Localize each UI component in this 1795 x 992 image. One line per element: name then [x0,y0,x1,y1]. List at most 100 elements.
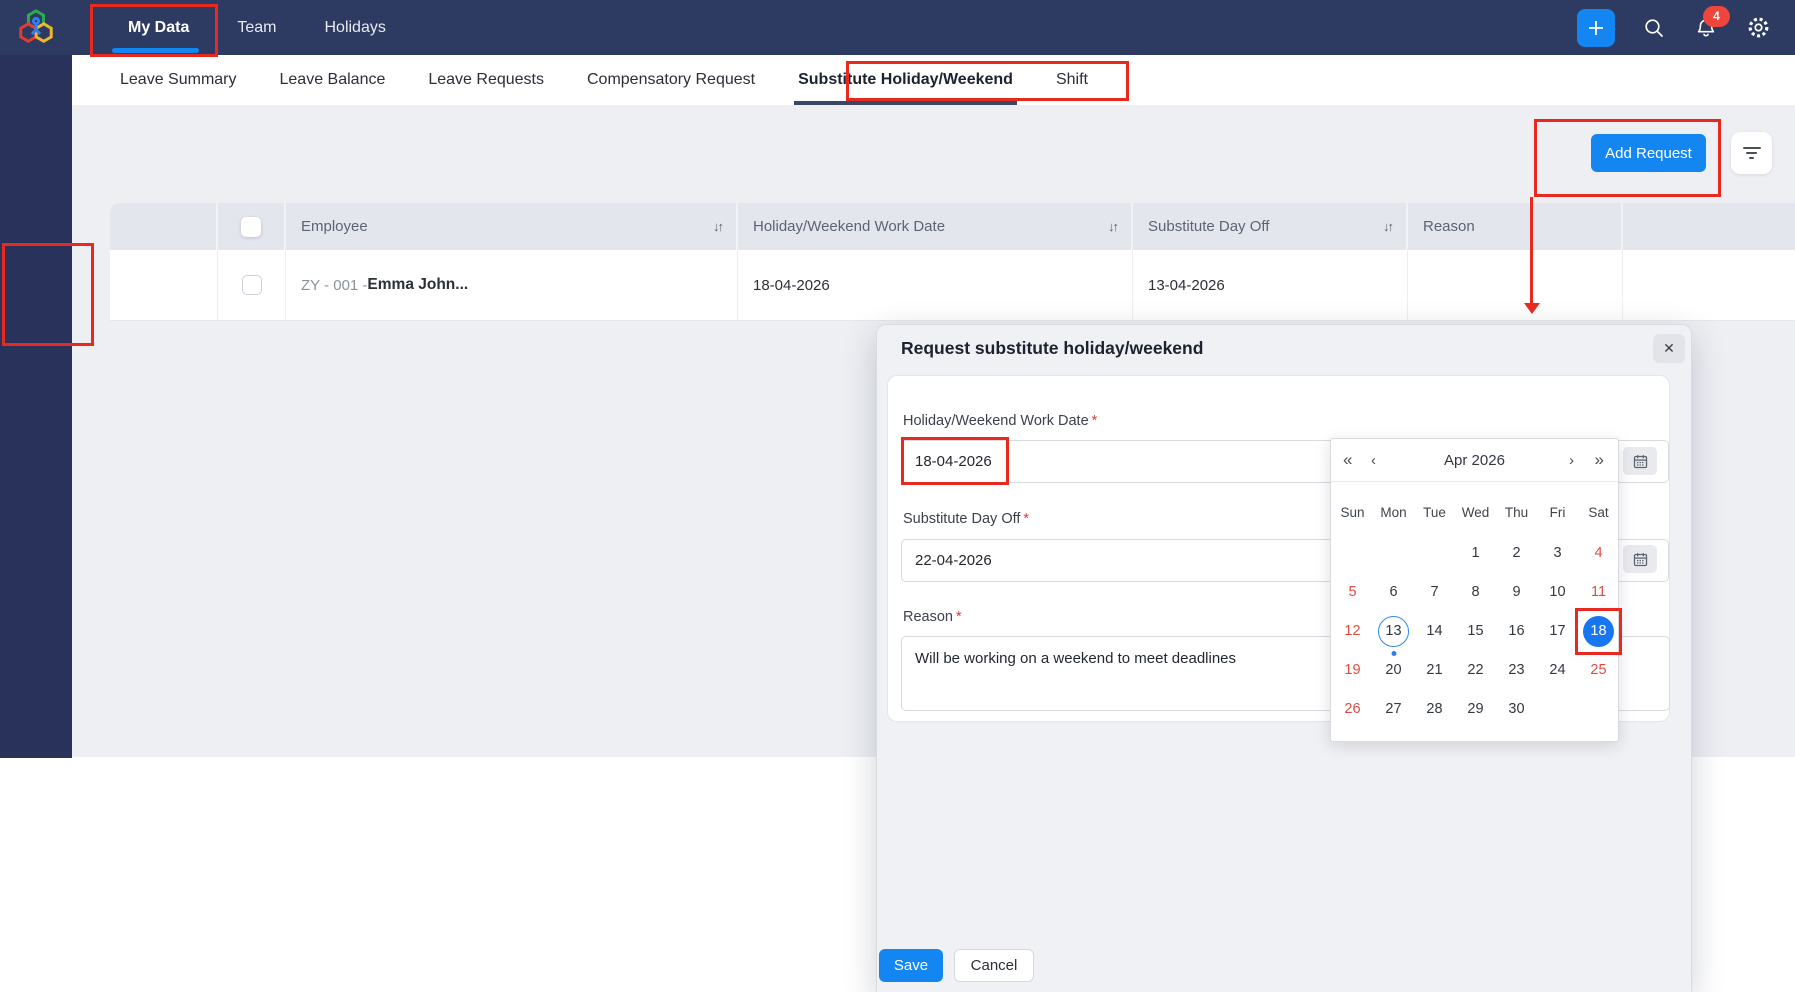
table-row[interactable]: ZY - 001 - Emma John... 18-04-2026 13-04-… [110,250,1795,321]
app-logo[interactable] [0,0,72,55]
calendar-day-cell[interactable]: 20 [1373,655,1414,686]
select-all-cell [218,203,286,250]
prev-year-button[interactable]: « [1343,439,1352,481]
calendar-day-12[interactable]: 12 [1337,616,1368,647]
next-year-button[interactable]: » [1595,439,1604,481]
header-spacer-cell [110,203,218,250]
calendar-day-cell[interactable]: 7 [1414,577,1455,608]
calendar-day-13[interactable]: 13 [1378,616,1409,647]
calendar-day-19[interactable]: 19 [1337,655,1368,686]
tab-holidays-label: Holidays [324,18,386,36]
subtab-leave-balance[interactable]: Leave Balance [280,55,386,105]
calendar-day-26[interactable]: 26 [1337,694,1368,725]
calendar-day-cell[interactable]: 12 [1332,616,1373,647]
calendar-day-24[interactable]: 24 [1542,655,1573,686]
calendar-day-cell[interactable]: 17 [1537,616,1578,647]
subtab-compensatory-request[interactable]: Compensatory Request [587,55,755,105]
calendar-day-cell[interactable]: 22 [1455,655,1496,686]
calendar-day-cell[interactable]: 19 [1332,655,1373,686]
calendar-day-9[interactable]: 9 [1501,577,1532,608]
subtab-shift[interactable]: Shift [1056,55,1088,105]
calendar-day-cell[interactable]: 15 [1455,616,1496,647]
calendar-day-25[interactable]: 25 [1583,655,1614,686]
tab-my-data[interactable]: My Data [111,0,200,55]
calendar-day-6[interactable]: 6 [1378,577,1409,608]
calendar-day-28[interactable]: 28 [1419,694,1450,725]
calendar-day-27[interactable]: 27 [1378,694,1409,725]
calendar-day-7[interactable]: 7 [1419,577,1450,608]
subtab-leave-requests[interactable]: Leave Requests [428,55,544,105]
calendar-day-cell[interactable]: 5 [1332,577,1373,608]
calendar-day-cell[interactable]: 29 [1455,694,1496,725]
calendar-day-cell[interactable]: 11 [1578,577,1619,608]
save-button[interactable]: Save [879,949,943,982]
calendar-day-23[interactable]: 23 [1501,655,1532,686]
calendar-day-5[interactable]: 5 [1337,577,1368,608]
modal-close-button[interactable]: ✕ [1653,334,1685,363]
column-work-date[interactable]: Holiday/Weekend Work Date ↓↑ [738,203,1133,250]
subtab-leave-summary[interactable]: Leave Summary [120,55,237,105]
next-month-button[interactable]: › [1569,439,1574,481]
calendar-day-cell[interactable]: 27 [1373,694,1414,725]
annotation-arrow-line [1530,197,1533,305]
calendar-day-cell[interactable]: 13 [1373,616,1414,647]
column-employee[interactable]: Employee ↓↑ [286,203,738,250]
filter-button[interactable] [1731,132,1772,174]
calendar-day-cell[interactable]: 25 [1578,655,1619,686]
calendar-day-15[interactable]: 15 [1460,616,1491,647]
calendar-day-cell[interactable]: 2 [1496,538,1537,569]
calendar-day-cell[interactable]: 21 [1414,655,1455,686]
calendar-day-8[interactable]: 8 [1460,577,1491,608]
search-button[interactable] [1641,15,1667,41]
calendar-day-cell[interactable]: 18 [1575,608,1622,655]
calendar-day-cell[interactable]: 3 [1537,538,1578,569]
calendar-day-22[interactable]: 22 [1460,655,1491,686]
tab-team[interactable]: Team [237,0,276,55]
select-all-checkbox[interactable] [241,216,261,237]
settings-button[interactable] [1745,15,1771,41]
sort-icon[interactable]: ↓↑ [713,219,724,234]
calendar-day-21[interactable]: 21 [1419,655,1450,686]
calendar-day-cell[interactable]: 10 [1537,577,1578,608]
add-button[interactable] [1577,8,1615,47]
calendar-day-cell[interactable]: 24 [1537,655,1578,686]
work-date-calendar-button[interactable] [1623,447,1657,475]
calendar-day-10[interactable]: 10 [1542,577,1573,608]
calendar-day-4[interactable]: 4 [1583,538,1614,569]
column-reason[interactable]: Reason [1408,203,1623,250]
prev-month-button[interactable]: ‹ [1371,439,1376,481]
sort-icon[interactable]: ↓↑ [1108,219,1119,234]
calendar-day-2[interactable]: 2 [1501,538,1532,569]
calendar-day-11[interactable]: 11 [1583,577,1614,608]
calendar-day-cell[interactable]: 4 [1578,538,1619,569]
calendar-day-cell[interactable]: 28 [1414,694,1455,725]
calendar-day-cell[interactable]: 23 [1496,655,1537,686]
calendar-day-cell[interactable]: 9 [1496,577,1537,608]
calendar-day-cell[interactable]: 8 [1455,577,1496,608]
date-picker-popup: Apr 2026 « ‹ › » Sun Mon Tue Wed Thu Fri… [1330,438,1622,742]
calendar-day-cell[interactable]: 16 [1496,616,1537,647]
add-request-button[interactable]: Add Request [1591,134,1706,172]
calendar-day-cell[interactable]: 26 [1332,694,1373,725]
notifications-button[interactable]: 4 [1693,5,1730,41]
calendar-day-3[interactable]: 3 [1542,538,1573,569]
calendar-day-cell[interactable]: 30 [1496,694,1537,725]
calendar-day-1[interactable]: 1 [1460,538,1491,569]
calendar-day-29[interactable]: 29 [1460,694,1491,725]
cancel-button[interactable]: Cancel [954,949,1034,982]
row-checkbox[interactable] [241,275,262,295]
calendar-day-17[interactable]: 17 [1542,616,1573,647]
substitute-day-off-calendar-button[interactable] [1623,545,1657,573]
calendar-day-30[interactable]: 30 [1501,694,1532,725]
calendar-day-18[interactable]: 18 [1575,608,1622,655]
subtab-substitute-holiday-weekend[interactable]: Substitute Holiday/Weekend [794,55,1017,105]
calendar-day-cell[interactable]: 6 [1373,577,1414,608]
calendar-day-cell[interactable]: 1 [1455,538,1496,569]
calendar-day-cell[interactable]: 14 [1414,616,1455,647]
tab-holidays[interactable]: Holidays [324,0,385,55]
calendar-day-20[interactable]: 20 [1378,655,1409,686]
sort-icon[interactable]: ↓↑ [1383,219,1394,234]
calendar-day-16[interactable]: 16 [1501,616,1532,647]
calendar-day-14[interactable]: 14 [1419,616,1450,647]
column-substitute-day-off[interactable]: Substitute Day Off ↓↑ [1133,203,1408,250]
